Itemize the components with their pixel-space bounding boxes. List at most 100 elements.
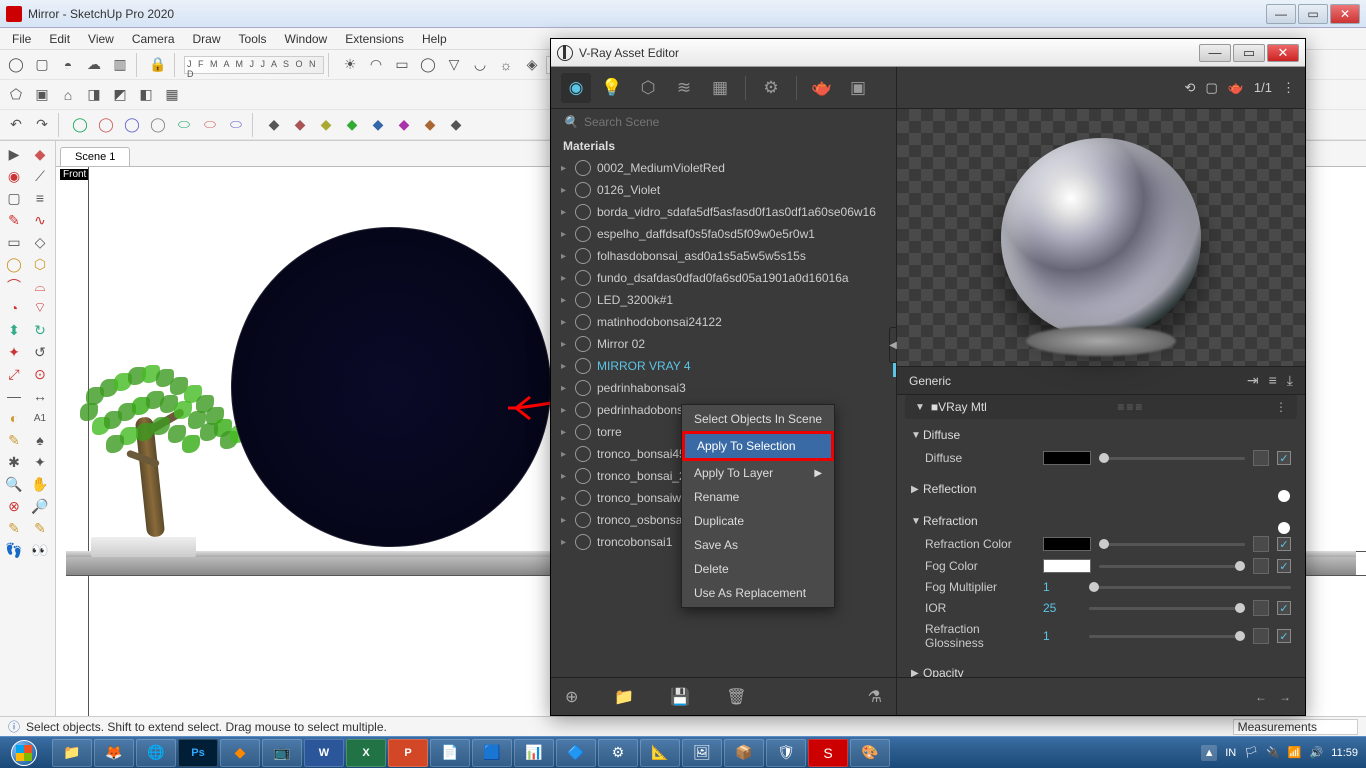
fog-mult-value[interactable]: 1 (1043, 580, 1081, 594)
tb-col1-icon[interactable]: ◆ (262, 113, 286, 137)
tb-col6-icon[interactable]: ◆ (392, 113, 416, 137)
ctx-duplicate[interactable]: Duplicate (682, 509, 834, 533)
tab-textures-icon[interactable]: ▦ (705, 73, 735, 103)
ior-map[interactable] (1253, 600, 1269, 616)
tb-green-circle-icon[interactable]: ◯ (68, 113, 92, 137)
menu-tools[interactable]: Tools (231, 30, 275, 48)
menu-camera[interactable]: Camera (124, 30, 183, 48)
preview-teapot-icon[interactable]: 🫖 (1228, 80, 1244, 96)
tray-lang[interactable]: IN (1225, 747, 1236, 759)
tab-framebuffer-icon[interactable]: ▣ (843, 73, 873, 103)
menu-file[interactable]: File (4, 30, 39, 48)
tb-ies-icon[interactable]: ◡ (468, 53, 492, 77)
tray-net-icon[interactable]: 📶 (1288, 746, 1302, 759)
tray-flag-icon[interactable]: 🏳 (1244, 746, 1258, 759)
arc2-icon[interactable]: ⌒ (2, 275, 26, 297)
tb-blue-ring-icon[interactable]: ⬭ (224, 113, 248, 137)
task-explorer-icon[interactable]: 📁 (52, 739, 92, 767)
measurements-box[interactable]: Measurements (1233, 719, 1358, 735)
tab-materials-icon[interactable]: ◉ (561, 73, 591, 103)
tb-right-icon[interactable]: ◨ (82, 83, 106, 107)
date-strip[interactable]: J F M A M J J A S O N D (184, 56, 324, 74)
collapse-handle-icon[interactable]: ◀ (889, 327, 897, 363)
material-item[interactable]: ▸fundo_dsafdas0dfad0fa6sd05a1901a0d16016… (551, 267, 896, 289)
refr-gloss-check[interactable]: ✓ (1277, 629, 1291, 643)
tab-geometry-icon[interactable]: ⬡ (633, 73, 663, 103)
arrow-right-icon[interactable]: ⇥ (1247, 372, 1259, 389)
foot-delete-icon[interactable]: 🗑 (726, 687, 746, 707)
tb-omni-icon[interactable]: ☼ (494, 53, 518, 77)
tb-front-icon[interactable]: ⌂ (56, 83, 80, 107)
scale-icon[interactable]: ⤢ (2, 363, 26, 385)
tb-cube-icon[interactable]: ▢ (30, 53, 54, 77)
tb-grey-circle-icon[interactable]: ◯ (146, 113, 170, 137)
sample-icon[interactable]: ✎ (28, 517, 52, 539)
filter-icon[interactable]: ≡ (1269, 372, 1277, 389)
diffuse-swatch[interactable] (1043, 451, 1091, 465)
start-button[interactable] (0, 737, 48, 769)
task-pdf-icon[interactable]: 📄 (430, 739, 470, 767)
orbit-icon[interactable]: 🔍 (2, 473, 26, 495)
search-input[interactable] (584, 115, 884, 129)
section-diffuse[interactable]: ▼Diffuse (911, 423, 1291, 447)
material-item[interactable]: ▸0126_Violet (551, 179, 896, 201)
material-item[interactable]: ▸espelho_daffdsaf0s5fa0sd5f09w0e5r0w1 (551, 223, 896, 245)
pencil-icon[interactable]: ✎ (2, 209, 26, 231)
tb-col2-icon[interactable]: ◆ (288, 113, 312, 137)
tb-undo-icon[interactable]: ↶ (4, 113, 28, 137)
tb-red-circle-icon[interactable]: ◯ (94, 113, 118, 137)
more-icon[interactable]: ⋮ (1282, 80, 1295, 96)
foot-back-icon[interactable]: ← (1255, 690, 1267, 704)
tab-render-icon[interactable]: 🫖 (807, 73, 837, 103)
tb-mesh-icon[interactable]: ◈ (520, 53, 544, 77)
refr-color-swatch[interactable] (1043, 537, 1091, 551)
tb-col7-icon[interactable]: ◆ (418, 113, 442, 137)
freehand-icon[interactable]: ∿ (28, 209, 52, 231)
import-icon[interactable]: ⤓ (1287, 372, 1293, 389)
zoom-icon[interactable]: ⊗ (2, 495, 26, 517)
vray-mtl-bar[interactable]: ▼■ VRay Mtl≡≡≡⋮ (905, 395, 1297, 419)
material-item[interactable]: ▸LED_3200k#1 (551, 289, 896, 311)
tray-battery-icon[interactable]: 🔌 (1266, 746, 1280, 759)
arc-tool-icon[interactable]: ⟋ (28, 165, 52, 187)
tray-expand-icon[interactable]: ▲ (1201, 745, 1217, 761)
diffuse-map-button[interactable] (1253, 450, 1269, 466)
scene-tab-1[interactable]: Scene 1 (60, 147, 130, 166)
foot-fwd-icon[interactable]: → (1279, 690, 1291, 704)
eraser-tool-icon[interactable]: ◆ (28, 143, 52, 165)
zoomext-icon[interactable]: 🔎 (28, 495, 52, 517)
menu-help[interactable]: Help (414, 30, 455, 48)
poly-icon[interactable]: ⬡ (28, 253, 52, 275)
material-item[interactable]: ▸borda_vidro_sdafa5df5asfasd0f1as0df1a60… (551, 201, 896, 223)
vray-search[interactable]: 🔍 (551, 109, 896, 135)
maximize-button[interactable]: ▭ (1298, 4, 1328, 24)
ctx-apply-to-selection[interactable]: Apply To Selection (682, 431, 834, 461)
section-icon[interactable]: ✱ (2, 451, 26, 473)
vray-titlebar[interactable]: V-Ray Asset Editor — ▭ ✕ (551, 39, 1305, 67)
tb-col3-icon[interactable]: ◆ (314, 113, 338, 137)
task-vlc-icon[interactable]: 📺 (262, 739, 302, 767)
section-opacity[interactable]: ▶Opacity (911, 661, 1291, 677)
generic-header[interactable]: Generic ⇥≡⤓ (897, 367, 1305, 395)
tray-vol-icon[interactable]: 🔊 (1310, 746, 1324, 759)
menu-extensions[interactable]: Extensions (337, 30, 412, 48)
axes-icon[interactable]: ✎ (2, 429, 26, 451)
tb-green-ring-icon[interactable]: ⬭ (172, 113, 196, 137)
task-ai-icon[interactable]: ◆ (220, 739, 260, 767)
protractor-icon[interactable]: ◐ (2, 407, 26, 429)
foot-folder-icon[interactable]: 📁 (614, 687, 634, 707)
foot-add-icon[interactable]: ⊕ (565, 687, 578, 707)
tb-lock-icon[interactable]: 🔒 (146, 53, 170, 77)
follow-icon[interactable]: ↻ (28, 319, 52, 341)
vray-maximize-button[interactable]: ▭ (1233, 44, 1265, 62)
task-app5-icon[interactable]: 📐 (640, 739, 680, 767)
task-excel-icon[interactable]: X (346, 739, 386, 767)
ctx-use-as-replacement[interactable]: Use As Replacement (682, 581, 834, 605)
refr-color-map[interactable] (1253, 536, 1269, 552)
pan-icon[interactable]: ✋ (28, 473, 52, 495)
section-refraction[interactable]: ▼Refraction (911, 509, 1291, 533)
tb-red-ring-icon[interactable]: ⬭ (198, 113, 222, 137)
task-app6-icon[interactable]: 🖼 (682, 739, 722, 767)
rect-tool-icon[interactable]: ▢ (2, 187, 26, 209)
material-item[interactable]: ▸Mirror 02 (551, 333, 896, 355)
